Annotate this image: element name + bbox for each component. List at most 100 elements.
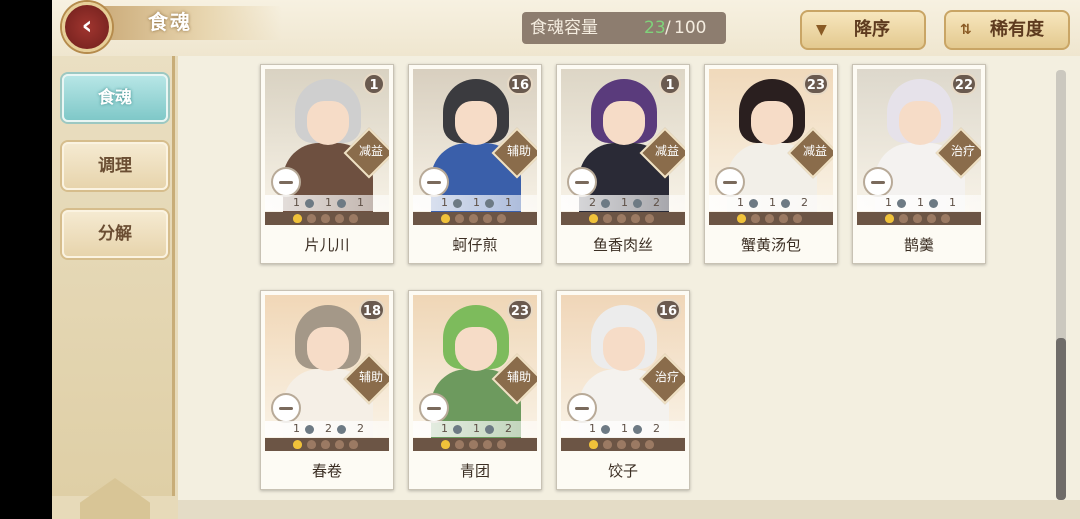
flame-icon: [307, 440, 316, 449]
role-badge: 减益: [358, 144, 383, 158]
stat-value-2: 2: [325, 422, 332, 435]
stat-values: 1 1 2: [709, 196, 833, 211]
sort-arrows-icon: ⇅: [960, 22, 972, 38]
rarity-bar: [413, 438, 537, 451]
sort-key-button[interactable]: ⇅ 稀有度: [944, 10, 1070, 50]
level-badge: 1: [363, 73, 385, 95]
stat-value-1: 1: [441, 422, 448, 435]
stat-value-1: 1: [293, 422, 300, 435]
tab-label: 调理: [98, 156, 132, 176]
flame-icon: [617, 214, 626, 223]
page-title: 食魂: [148, 10, 192, 34]
game-screen: ‹ 食魂 食魂容量 23 / 100 ▼ 降序 ⇅ 稀有度 食魂 调理 分解 1…: [52, 0, 1080, 519]
flame-icon: [617, 440, 626, 449]
scrollbar-thumb[interactable]: [1056, 338, 1066, 500]
back-button[interactable]: ‹: [62, 2, 112, 52]
stat-value-2: 1: [473, 422, 480, 435]
stat-value-2: 1: [325, 196, 332, 209]
level-badge: 1: [659, 73, 681, 95]
flame-icon: [497, 214, 506, 223]
stat-value-1: 2: [589, 196, 596, 209]
food-soul-card[interactable]: 1 减益 2 1 2 鱼香肉丝: [556, 64, 690, 264]
droplet-icon: [897, 199, 906, 208]
flame-icon: [941, 214, 950, 223]
droplet-icon: [485, 425, 494, 434]
rarity-bar: [265, 438, 389, 451]
sidebar: 食魂 调理 分解: [52, 56, 178, 519]
stat-value-3: 1: [949, 196, 956, 209]
level-badge: 18: [358, 299, 385, 321]
stat-values: 1 2 2: [265, 422, 389, 437]
flame-icon: [631, 440, 640, 449]
capacity-max: 100: [674, 18, 707, 38]
bowl-icon: [863, 167, 893, 197]
flame-icon: [441, 214, 450, 223]
flame-icon: [927, 214, 936, 223]
flame-icon: [737, 214, 746, 223]
role-badge: 辅助: [358, 370, 383, 384]
flame-icon: [645, 440, 654, 449]
role-badge: 辅助: [506, 370, 531, 384]
sidebar-panel: 食魂 调理 分解: [52, 56, 175, 496]
sort-order-label: 降序: [854, 19, 890, 40]
role-badge: 治疗: [654, 370, 679, 384]
droplet-icon: [453, 199, 462, 208]
capacity-separator: /: [665, 18, 671, 38]
tab-cooking[interactable]: 调理: [62, 142, 168, 190]
level-badge: 23: [506, 299, 533, 321]
bowl-icon: [567, 393, 597, 423]
character-face: [455, 327, 497, 371]
flame-icon: [469, 440, 478, 449]
rarity-bar: [709, 212, 833, 225]
food-soul-card[interactable]: 23 辅助 1 1 2 青团: [408, 290, 542, 490]
flame-icon: [497, 440, 506, 449]
stat-values: 2 1 2: [561, 196, 685, 211]
character-face: [751, 101, 793, 145]
flame-icon: [293, 440, 302, 449]
droplet-icon: [337, 425, 346, 434]
role-badge: 治疗: [950, 144, 975, 158]
flame-icon: [589, 214, 598, 223]
food-soul-card[interactable]: 16 辅助 1 1 1 蚵仔煎: [408, 64, 542, 264]
droplet-icon: [601, 425, 610, 434]
character-face: [899, 101, 941, 145]
flame-icon: [483, 214, 492, 223]
food-soul-card[interactable]: 16 治疗 1 1 2 饺子: [556, 290, 690, 490]
tab-food-souls[interactable]: 食魂: [62, 74, 168, 122]
flame-icon: [885, 214, 894, 223]
food-soul-card[interactable]: 22 治疗 1 1 1 鹊羹: [852, 64, 986, 264]
stat-value-1: 1: [737, 196, 744, 209]
bottom-strip: [178, 500, 1080, 519]
character-face: [603, 101, 645, 145]
droplet-icon: [633, 199, 642, 208]
flame-icon: [349, 440, 358, 449]
stat-value-2: 1: [621, 422, 628, 435]
flame-icon: [321, 214, 330, 223]
flame-icon: [321, 440, 330, 449]
tab-decompose[interactable]: 分解: [62, 210, 168, 258]
food-soul-name: 蟹黄汤包: [740, 236, 801, 254]
character-face: [455, 101, 497, 145]
stat-values: 1 1 1: [413, 196, 537, 211]
sort-order-button[interactable]: ▼ 降序: [800, 10, 926, 50]
role-badge: 减益: [654, 144, 679, 158]
flame-icon: [645, 214, 654, 223]
bowl-icon: [715, 167, 745, 197]
tab-label: 食魂: [98, 88, 132, 108]
capacity-current: 23: [644, 18, 666, 38]
droplet-icon: [929, 199, 938, 208]
flame-icon: [751, 214, 760, 223]
stat-value-2: 1: [917, 196, 924, 209]
flame-icon: [441, 440, 450, 449]
character-face: [603, 327, 645, 371]
food-soul-card[interactable]: 1 减益 1 1 1 片儿川: [260, 64, 394, 264]
capacity-label: 食魂容量: [530, 18, 598, 38]
stat-value-3: 1: [505, 196, 512, 209]
flame-icon: [455, 214, 464, 223]
stat-value-1: 1: [885, 196, 892, 209]
stat-value-3: 2: [653, 196, 660, 209]
tab-label: 分解: [98, 224, 132, 244]
food-soul-card[interactable]: 23 减益 1 1 2 蟹黄汤包: [704, 64, 838, 264]
bowl-icon: [567, 167, 597, 197]
food-soul-card[interactable]: 18 辅助 1 2 2 春卷: [260, 290, 394, 490]
